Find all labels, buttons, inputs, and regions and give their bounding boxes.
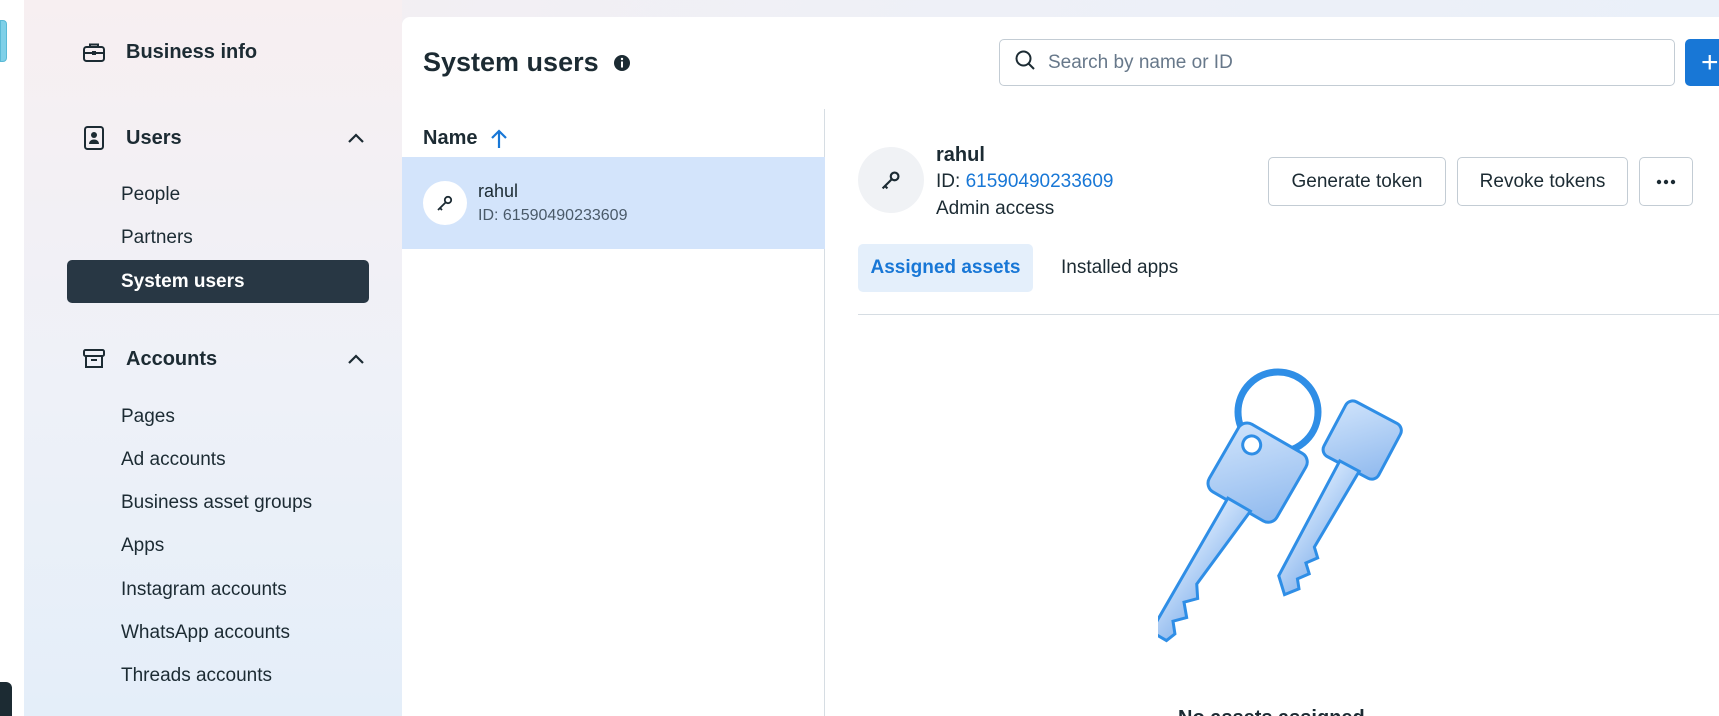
empty-state-message: No assets assigned xyxy=(1178,707,1365,716)
search-icon xyxy=(1014,49,1036,76)
search-box[interactable] xyxy=(999,39,1675,86)
chevron-up-icon[interactable] xyxy=(342,345,370,373)
add-button[interactable]: + xyxy=(1685,39,1719,86)
tab-installed-apps[interactable]: Installed apps xyxy=(1061,244,1178,292)
generate-token-button[interactable]: Generate token xyxy=(1268,157,1446,206)
info-icon[interactable] xyxy=(613,54,631,72)
more-options-button[interactable] xyxy=(1639,157,1693,206)
column-header-label: Name xyxy=(423,127,478,149)
sidebar: Business info Users People Partners Syst… xyxy=(24,0,402,716)
user-id: ID: 61590490233609 xyxy=(478,207,628,224)
key-avatar-icon xyxy=(423,181,467,225)
name-column-header[interactable]: Name xyxy=(423,127,509,150)
detail-user-id: ID: 61590490233609 xyxy=(936,171,1114,193)
user-name: rahul xyxy=(478,181,519,201)
sidebar-section-users[interactable]: Users xyxy=(80,124,370,152)
more-horizontal-icon xyxy=(1656,179,1676,184)
sort-arrow-up-icon[interactable] xyxy=(489,128,509,150)
edge-dark-tab[interactable] xyxy=(0,682,12,716)
contact-card-icon xyxy=(80,124,108,152)
detail-id-prefix: ID: xyxy=(936,171,966,192)
sidebar-item-pages[interactable]: Pages xyxy=(121,406,175,428)
page-title: System users xyxy=(423,47,631,78)
edge-tab[interactable] xyxy=(0,20,7,62)
page-title-text: System users xyxy=(423,47,599,77)
sidebar-item-ad-accounts[interactable]: Ad accounts xyxy=(121,449,226,471)
sidebar-section-label: Accounts xyxy=(126,347,218,370)
tab-assigned-assets[interactable]: Assigned assets xyxy=(858,244,1033,292)
left-edge-strip xyxy=(0,0,24,716)
archive-box-icon xyxy=(80,345,108,373)
sidebar-section-label: Users xyxy=(126,126,182,149)
sidebar-item-threads-accounts[interactable]: Threads accounts xyxy=(121,665,272,687)
list-item[interactable]: rahul ID: 61590490233609 xyxy=(402,157,825,249)
sidebar-item-label: Business info xyxy=(126,40,258,63)
detail-id-link[interactable]: 61590490233609 xyxy=(966,171,1114,192)
keys-illustration-icon xyxy=(1158,368,1403,643)
sidebar-item-system-users[interactable]: System users xyxy=(67,260,369,303)
user-list: Name rahul ID: 61590490233609 xyxy=(402,109,825,716)
detail-user-name: rahul xyxy=(936,144,985,166)
tab-divider xyxy=(858,314,1719,315)
sidebar-item-people[interactable]: People xyxy=(121,184,180,206)
user-detail: rahul ID: 61590490233609 Admin access Ge… xyxy=(858,109,1719,716)
sidebar-item-business-asset-groups[interactable]: Business asset groups xyxy=(121,492,312,514)
revoke-tokens-button[interactable]: Revoke tokens xyxy=(1457,157,1628,206)
sidebar-section-accounts[interactable]: Accounts xyxy=(80,345,370,373)
sidebar-item-instagram-accounts[interactable]: Instagram accounts xyxy=(121,579,287,601)
key-avatar-icon xyxy=(858,147,924,213)
sidebar-item-partners[interactable]: Partners xyxy=(121,227,193,249)
sidebar-item-apps[interactable]: Apps xyxy=(121,535,164,557)
briefcase-icon xyxy=(80,38,108,66)
sidebar-item-business-info[interactable]: Business info xyxy=(80,38,370,66)
sidebar-item-whatsapp-accounts[interactable]: WhatsApp accounts xyxy=(121,622,290,644)
main-panel: System users + Name rahul ID: 6159049023… xyxy=(402,17,1719,716)
search-input[interactable] xyxy=(1048,51,1648,74)
access-level: Admin access xyxy=(936,198,1055,219)
chevron-up-icon[interactable] xyxy=(342,124,370,152)
